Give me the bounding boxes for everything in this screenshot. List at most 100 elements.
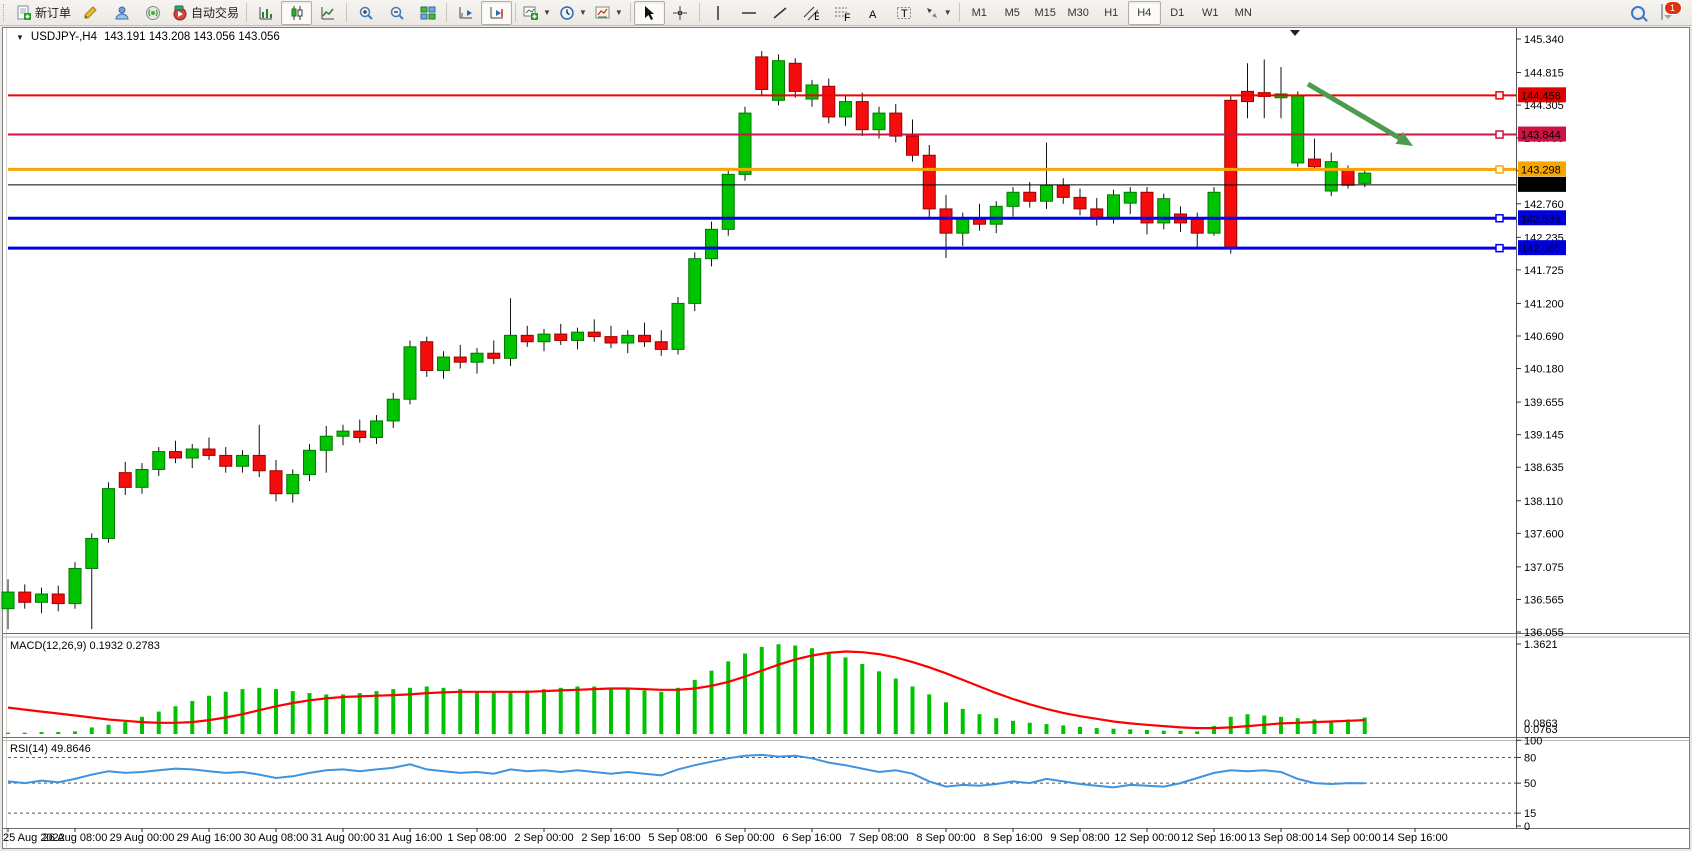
vertical-line-icon (710, 5, 726, 21)
toolbar-separator (246, 3, 247, 22)
chat-button[interactable]: 1 (1653, 1, 1684, 25)
timeframe-m15[interactable]: M15 (1029, 1, 1062, 25)
svg-text:T: T (901, 8, 908, 20)
macd-histogram-bar (442, 688, 446, 734)
candle-body (722, 174, 734, 229)
timeframe-m30[interactable]: M30 (1062, 1, 1095, 25)
rsi-tick-label: 100 (1524, 735, 1542, 747)
time-tick-label: 8 Sep 00:00 (916, 832, 975, 844)
tile-windows-button[interactable] (412, 1, 443, 25)
new-chart-button[interactable]: ▼ (519, 1, 555, 25)
channel-button[interactable]: E (796, 1, 827, 25)
trendline-button[interactable] (765, 1, 796, 25)
line-chart-button[interactable] (312, 1, 343, 25)
bar-chart-button[interactable] (250, 1, 281, 25)
timeframe-m5[interactable]: M5 (996, 1, 1029, 25)
time-tick-label: 31 Aug 16:00 (378, 832, 443, 844)
candle-body (538, 334, 550, 342)
autotrading-button[interactable]: 自动交易 (168, 1, 243, 25)
label-button[interactable]: T (889, 1, 920, 25)
candle-body (203, 449, 215, 455)
time-tick-label: 12 Sep 00:00 (1114, 832, 1179, 844)
arrows-shapes-icon (924, 5, 940, 21)
price-tick-label: 138.110 (1524, 496, 1563, 508)
time-tick-label: 6 Sep 16:00 (782, 832, 841, 844)
timeframe-h4[interactable]: H4 (1128, 1, 1161, 25)
macd-histogram-bar (877, 671, 881, 734)
shapes-button[interactable]: ▼ (920, 1, 956, 25)
zoom-out-icon (389, 5, 405, 21)
chart-shift-icon (489, 5, 505, 21)
rsi-tick-label: 80 (1524, 752, 1536, 764)
macd-histogram-bar (509, 692, 513, 734)
candle-body (923, 155, 935, 209)
horizontal-line-button[interactable] (734, 1, 765, 25)
macd-histogram-bar (710, 671, 714, 734)
candle-body (52, 594, 64, 604)
timeframe-h1[interactable]: H1 (1095, 1, 1128, 25)
macd-histogram-bar (542, 689, 546, 734)
metaeditor-button[interactable] (75, 1, 106, 25)
zoom-in-button[interactable] (350, 1, 381, 25)
zoom-out-button[interactable] (381, 1, 412, 25)
crosshair-button[interactable] (665, 1, 696, 25)
macd-histogram-bar (6, 733, 10, 734)
periods-button[interactable]: ▼ (555, 1, 591, 25)
candle-body (1208, 192, 1220, 233)
text-button[interactable]: A (858, 1, 889, 25)
price-tag-label: 143.298 (1521, 164, 1561, 176)
timeframe-mn[interactable]: MN (1227, 1, 1260, 25)
price-tag-label: 142.065 (1521, 243, 1561, 255)
search-button[interactable] (1622, 1, 1653, 25)
templates-button[interactable]: ▼ (591, 1, 627, 25)
candle-body (488, 353, 500, 358)
autoscroll-button[interactable] (450, 1, 481, 25)
candle-body (354, 431, 366, 437)
chart-shift-button[interactable] (481, 1, 512, 25)
price-tick-label: 136.055 (1524, 627, 1564, 639)
vertical-line-button[interactable] (703, 1, 734, 25)
crosshair-icon (672, 5, 688, 21)
candle-body (605, 337, 617, 343)
price-chart[interactable]: 145.340144.815144.305143.790143.275142.7… (0, 0, 1692, 851)
chevron-down-icon: ▼ (944, 8, 952, 17)
price-tick-label: 144.815 (1524, 68, 1564, 80)
chart-symbol-title: USDJPY-,H4 (31, 31, 97, 43)
macd-histogram-bar (994, 718, 998, 734)
cursor-button[interactable] (634, 1, 665, 25)
candle-body (1024, 192, 1036, 201)
line-chart-icon (320, 5, 336, 21)
candle-body (86, 538, 98, 568)
candle-body (1191, 219, 1203, 233)
candle-body (438, 357, 450, 370)
timeframe-w1[interactable]: W1 (1194, 1, 1227, 25)
community-button[interactable] (106, 1, 137, 25)
candle-body (1074, 197, 1086, 208)
fibonacci-icon: F (834, 5, 850, 21)
tile-windows-icon (420, 5, 436, 21)
candle-body (622, 335, 634, 343)
signals-button[interactable] (137, 1, 168, 25)
macd-histogram-bar (107, 725, 111, 734)
chart-ohlc-values: 143.191 143.208 143.056 143.056 (104, 31, 280, 43)
autotrading-icon (172, 5, 188, 21)
candle-body (974, 219, 986, 224)
macd-histogram-bar (291, 691, 295, 734)
time-tick-label: 30 Aug 08:00 (244, 832, 309, 844)
fibonacci-button[interactable]: F (827, 1, 858, 25)
macd-histogram-bar (1112, 729, 1116, 734)
candle-body (555, 334, 567, 340)
macd-histogram-bar (224, 692, 228, 734)
toolbar-grip[interactable] (3, 4, 9, 22)
timeframe-m1[interactable]: M1 (963, 1, 996, 25)
candlestick-button[interactable] (281, 1, 312, 25)
macd-histogram-bar (1011, 721, 1015, 734)
timeframe-d1[interactable]: D1 (1161, 1, 1194, 25)
chart-dropdown-icon[interactable]: ▼ (16, 33, 24, 42)
new-order-button[interactable]: 新订单 (12, 1, 75, 25)
notification-badge: 1 (1664, 1, 1682, 15)
macd-histogram-bar (525, 690, 529, 734)
metaeditor-icon (83, 5, 99, 21)
candle-body (253, 455, 265, 470)
trendline-icon (772, 5, 788, 21)
